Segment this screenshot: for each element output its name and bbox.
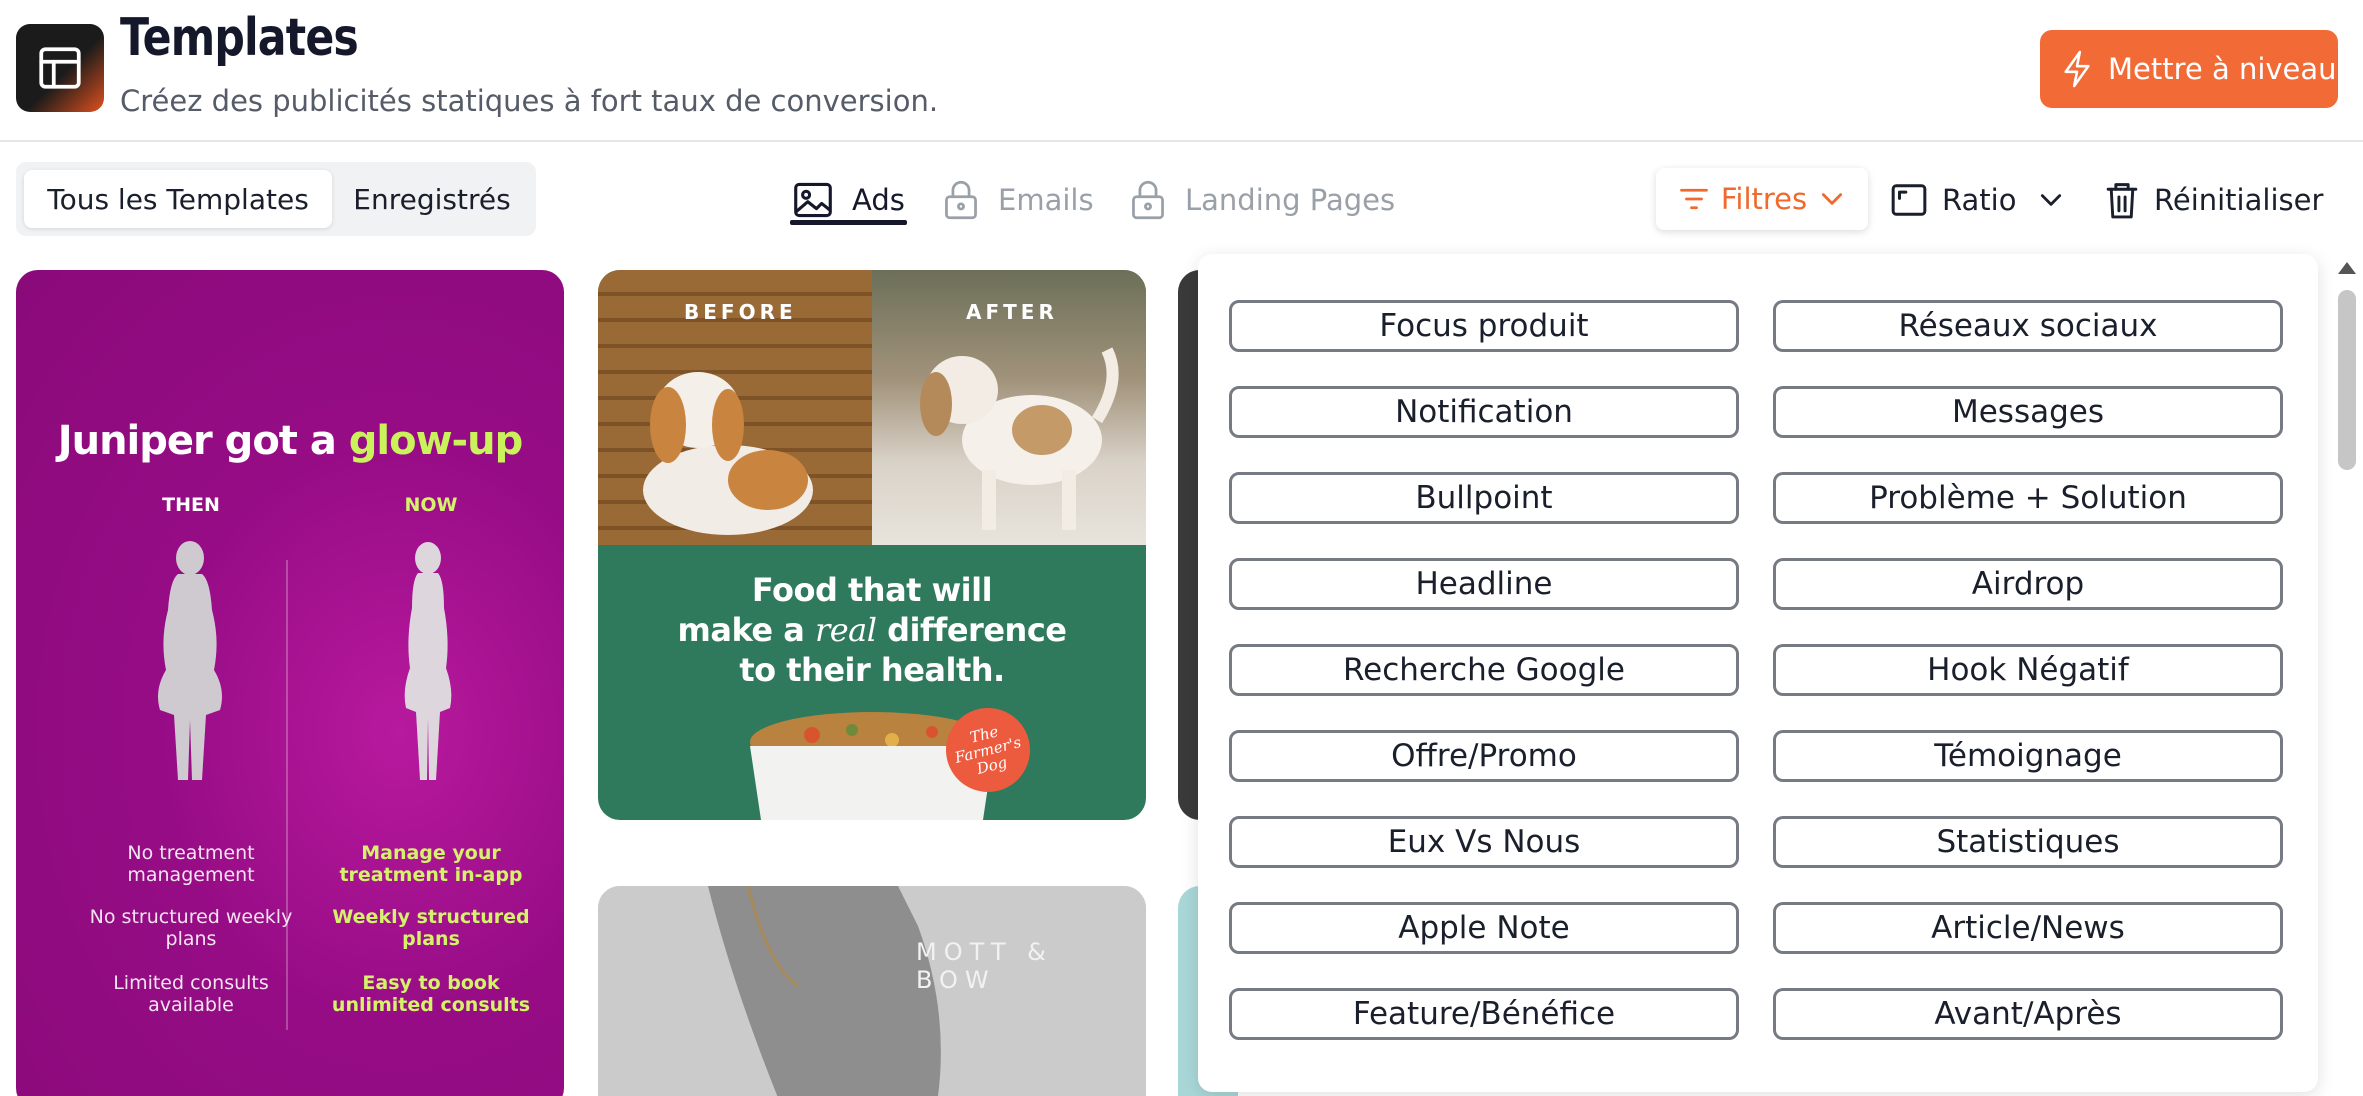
filter-chip[interactable]: Apple Note	[1229, 902, 1739, 954]
lock-icon	[945, 180, 977, 220]
page-subtitle: Créez des publicités statiques à fort ta…	[120, 84, 939, 118]
segment-saved[interactable]: Enregistrés	[332, 170, 532, 228]
template-card-farmers-dog[interactable]: BEFORE AFTER Food that will make a real …	[598, 270, 1146, 820]
layout-icon	[39, 47, 81, 89]
after-label: AFTER	[966, 300, 1058, 324]
filter-chip[interactable]: Feature/Bénéfice	[1229, 988, 1739, 1040]
filter-chip[interactable]: Réseaux sociaux	[1773, 300, 2283, 352]
lock-icon	[1132, 180, 1164, 220]
then-label: THEN	[162, 494, 220, 516]
filter-chip[interactable]: Statistiques	[1773, 816, 2283, 868]
chevron-down-icon	[1822, 193, 1843, 205]
headline-line-2-italic: real	[814, 611, 877, 649]
filter-chip[interactable]: Recherche Google	[1229, 644, 1739, 696]
now-label: NOW	[404, 494, 458, 516]
juniper-headline-highlight: glow-up	[348, 418, 523, 464]
dog-illustration-after	[920, 347, 1119, 530]
page-title: Templates	[120, 8, 359, 68]
now-item: Manage your treatment in-app	[339, 842, 523, 886]
tab-ads-label: Ads	[852, 183, 905, 217]
tab-landing-pages-label: Landing Pages	[1185, 183, 1396, 217]
farmers-dog-headline: Food that will make a real difference to…	[598, 570, 1146, 690]
filter-chip[interactable]: Airdrop	[1773, 558, 2283, 610]
tab-emails-label: Emails	[998, 183, 1094, 217]
juniper-headline: Juniper got a glow-up	[16, 418, 564, 464]
image-icon	[794, 182, 832, 218]
scrollbar-thumb[interactable]	[2338, 290, 2356, 470]
headline-line-1: Food that will	[751, 571, 993, 609]
body-silhouette-after	[404, 542, 452, 780]
template-card-juniper[interactable]: Juniper got a glow-up THEN NOW No treatm…	[16, 270, 564, 1096]
dog-illustration-before	[643, 372, 813, 535]
filter-chip[interactable]: Témoignage	[1773, 730, 2283, 782]
then-item: No structured weekly plans	[89, 906, 293, 950]
juniper-headline-prefix: Juniper got a	[57, 418, 349, 464]
segment-all-templates[interactable]: Tous les Templates	[24, 170, 332, 228]
tab-landing-pages[interactable]: Landing Pages	[1129, 172, 1395, 228]
then-item: Limited consults available	[113, 972, 269, 1016]
filter-chip[interactable]: Problème + Solution	[1773, 472, 2283, 524]
filter-chip[interactable]: Bullpoint	[1229, 472, 1739, 524]
templates-app-icon	[16, 24, 104, 112]
filter-chip[interactable]: Hook Négatif	[1773, 644, 2283, 696]
filter-chip[interactable]: Notification	[1229, 386, 1739, 438]
filters-dropdown-button[interactable]: Filtres	[1656, 168, 1868, 230]
page-header: Templates Créez des publicités statiques…	[0, 0, 2363, 142]
filter-chip[interactable]: Offre/Promo	[1229, 730, 1739, 782]
template-card-mott-bow[interactable]: MOTT & BOW	[598, 886, 1146, 1096]
filter-icon	[1679, 188, 1708, 210]
mott-bow-brand: MOTT & BOW	[916, 938, 1053, 994]
filters-label: Filtres	[1720, 182, 1808, 216]
comparison-divider	[286, 560, 288, 1030]
reset-button[interactable]: Réinitialiser	[2104, 172, 2323, 228]
filter-chip[interactable]: Article/News	[1773, 902, 2283, 954]
upgrade-button[interactable]: Mettre à niveau	[2040, 30, 2338, 108]
headline-line-3: to their health.	[739, 651, 1005, 689]
upgrade-button-label: Mettre à niveau	[2108, 52, 2337, 86]
headline-line-2-suffix: difference	[876, 611, 1067, 649]
headline-line-2-prefix: make a	[677, 611, 815, 649]
ratio-dropdown-button[interactable]: Ratio	[1890, 172, 2064, 228]
chevron-down-icon	[2041, 194, 2062, 206]
trash-icon	[2106, 183, 2138, 219]
template-scope-toggle: Tous les Templates Enregistrés	[16, 162, 536, 236]
body-silhouette-before	[158, 541, 222, 780]
now-item: Weekly structured plans	[332, 906, 530, 950]
filter-chip[interactable]: Headline	[1229, 558, 1739, 610]
filters-dropdown-panel: Focus produit Réseaux sociaux Notification…	[1198, 254, 2318, 1092]
active-tab-indicator	[790, 220, 907, 225]
filter-chip[interactable]: Focus produit	[1229, 300, 1739, 352]
then-item: No treatment management	[127, 842, 255, 886]
scroll-up-arrow-icon[interactable]	[2338, 262, 2356, 274]
now-item: Easy to book unlimited consults	[331, 972, 531, 1016]
before-label: BEFORE	[684, 300, 797, 324]
reset-label: Réinitialiser	[2154, 183, 2324, 217]
ratio-label: Ratio	[1942, 183, 2017, 217]
lightning-icon	[2064, 50, 2090, 88]
tab-emails[interactable]: Emails	[942, 172, 1094, 228]
headline-line-2: make a real difference	[598, 610, 1146, 650]
filter-chip[interactable]: Avant/Après	[1773, 988, 2283, 1040]
filter-chip[interactable]: Messages	[1773, 386, 2283, 438]
filter-chip[interactable]: Eux Vs Nous	[1229, 816, 1739, 868]
aspect-ratio-icon	[1891, 184, 1927, 216]
